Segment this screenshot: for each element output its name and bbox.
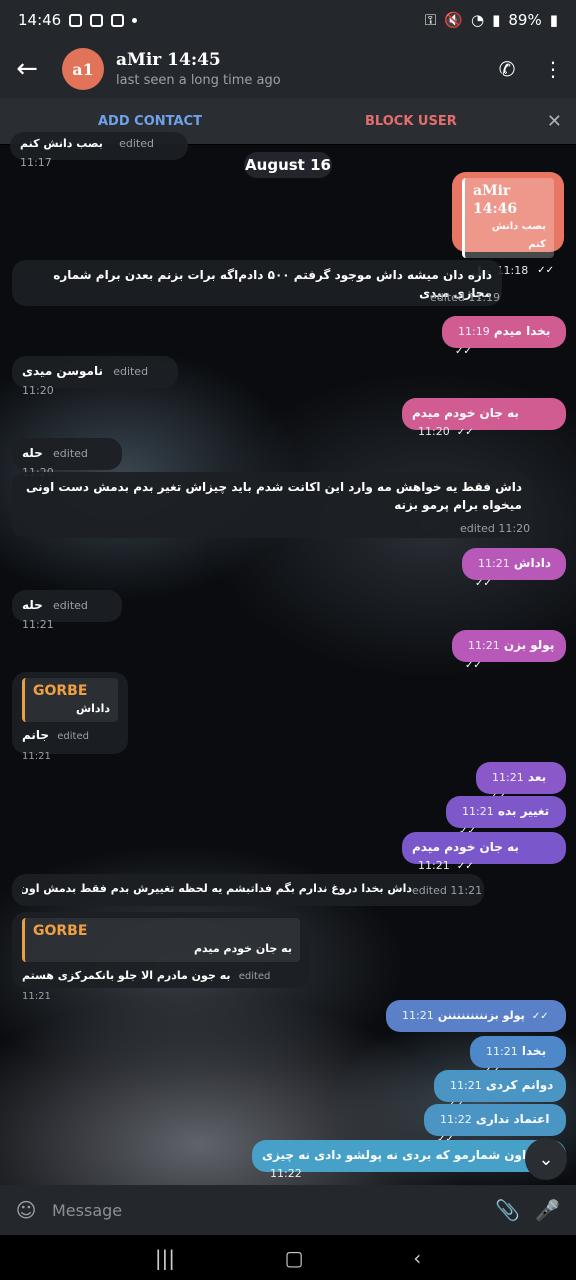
double-check-icon: ✓✓ <box>456 861 474 872</box>
message-out[interactable]: داداش 11:21 ✓✓ <box>462 548 566 589</box>
gallery-icon <box>69 13 83 27</box>
emoji-icon[interactable]: ☺ <box>0 1198 52 1222</box>
last-seen: last seen a long time ago <box>116 73 281 88</box>
message-out[interactable]: بخدا میدم 11:19 ✓✓ <box>442 316 566 357</box>
message-in[interactable]: داش فقط یه خواهش مه وارد این اکانت شدم ب… <box>12 472 532 538</box>
mute-icon: 🔇 <box>444 11 464 29</box>
message-in[interactable]: داره دان میشه داش موجود گرفتم ۵۰۰ دادم‌ا… <box>12 260 502 306</box>
double-check-icon: ✓✓ <box>475 578 492 589</box>
add-contact-button[interactable]: ADD CONTACT <box>98 114 202 129</box>
message-out[interactable]: بخدا 11:21 ✓✓ <box>470 1036 566 1077</box>
message-out[interactable]: aMir 14:46 بصب دانش کنم حل 11:18 ✓✓ <box>452 172 564 278</box>
block-user-button[interactable]: BLOCK USER <box>365 114 457 129</box>
message-input[interactable]: Message <box>52 1201 122 1220</box>
chat-header: ← a1 aMir 14:45 last seen a long time ag… <box>0 40 576 98</box>
battery-icon: ▮ <box>549 11 558 29</box>
message-in[interactable]: حله edited 11:20 <box>12 438 122 479</box>
back-arrow-icon[interactable]: ← <box>0 40 54 98</box>
attach-icon[interactable]: 📎 <box>495 1198 520 1222</box>
wifi-icon: ◔ <box>471 11 485 29</box>
message-out[interactable]: بعد 11:21 ✓✓ <box>476 762 566 803</box>
message-in[interactable]: GORBE به جان خودم میدم به جون مادرم الا … <box>12 912 310 1002</box>
phone-icon[interactable]: ✆ <box>484 40 530 98</box>
double-check-icon: ✓✓ <box>455 346 472 357</box>
message-in[interactable]: حله edited 11:21 <box>12 590 122 631</box>
double-check-icon: ✓✓ <box>456 427 474 438</box>
message-out[interactable]: پولو بزن 11:21 ✓✓ <box>452 630 566 671</box>
close-icon[interactable]: ✕ <box>547 111 562 132</box>
signal-icon: ▮ <box>492 11 501 29</box>
battery-level: 89% <box>508 11 542 29</box>
status-time: 14:46 <box>18 11 62 29</box>
mic-icon[interactable]: 🎤 <box>535 1198 560 1222</box>
notification-dot-icon <box>132 17 138 23</box>
message-in[interactable]: edited 11:21 داش بخدا دروغ ندارم بگم فدا… <box>12 874 484 906</box>
sync-icon <box>90 13 104 27</box>
message-out[interactable]: پولو بزنننننننننن 11:21 ✓✓ <box>386 1000 566 1032</box>
message-out[interactable]: اون شمارمو که بردی نه پولشو دادی نه چیزی… <box>252 1140 566 1180</box>
message-in[interactable]: بصب دانش کنم edited 11:17 <box>10 132 188 169</box>
message-in[interactable]: ناموسن میدی edited 11:20 <box>12 356 178 397</box>
double-check-icon: ✓✓ <box>465 660 482 671</box>
message-out[interactable]: به جان خودم میدم 11:20 ✓✓ <box>402 398 566 438</box>
home-icon[interactable]: ▢ <box>285 1246 304 1270</box>
app-icon <box>111 13 125 27</box>
reply-quote[interactable]: GORBE به جان خودم میدم <box>22 918 300 962</box>
chat-title: aMir 14:45 <box>116 50 221 70</box>
double-check-icon: ✓✓ <box>531 1011 549 1022</box>
message-out[interactable]: به جان خودم میدم 11:21 ✓✓ <box>402 832 566 872</box>
status-bar: 14:46 ⚿ 🔇 ◔ ▮ 89% ▮ <box>0 0 576 40</box>
date-chip: August 16 <box>244 152 332 178</box>
more-icon[interactable]: ⋮ <box>530 40 576 98</box>
scroll-down-icon[interactable]: ⌄ <box>525 1138 567 1180</box>
message-out[interactable]: اعتماد نداری 11:22 ✓✓ <box>424 1104 566 1145</box>
message-composer: ☺ Message 📎 🎤 <box>0 1185 576 1235</box>
double-check-icon: ✓✓ <box>537 265 554 276</box>
message-out[interactable]: تغییر بده 11:21 ✓✓ <box>446 796 566 837</box>
chat-title-block[interactable]: aMir 14:45 last seen a long time ago <box>116 50 281 88</box>
avatar[interactable]: a1 <box>62 48 104 90</box>
reply-quote[interactable]: aMir 14:46 بصب دانش کنم <box>462 178 554 258</box>
message-out[interactable]: دوانم کردی 11:21 ✓✓ <box>434 1070 566 1111</box>
system-nav-bar: ||| ▢ ‹ <box>0 1235 576 1280</box>
key-icon: ⚿ <box>424 11 437 29</box>
recents-icon[interactable]: ||| <box>155 1246 175 1270</box>
reply-quote[interactable]: GORBE داداش <box>22 678 118 722</box>
message-in[interactable]: GORBE داداش جانم edited 11:21 <box>12 672 128 762</box>
back-nav-icon[interactable]: ‹ <box>413 1246 421 1270</box>
